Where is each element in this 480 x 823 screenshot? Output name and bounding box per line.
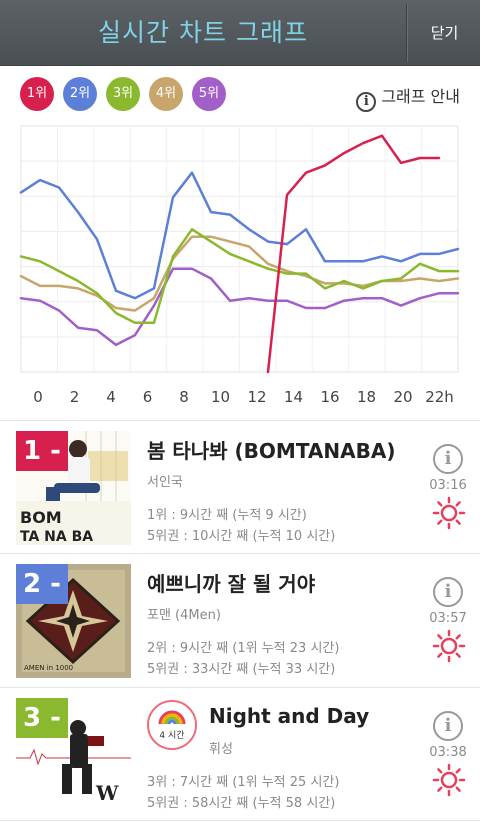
stat-top-2: 2위 : 9시간 째 (1위 누적 23 시간) (147, 641, 340, 656)
x-tick-label: 12 (247, 388, 266, 406)
song-title-3[interactable]: Night and Day (209, 704, 369, 728)
chart-svg: 0 2 4 6 8 10 12 14 16 18 20 22h (19, 125, 460, 406)
info-icon[interactable]: i (433, 444, 463, 474)
hours-badge: 4 시간 (147, 700, 197, 750)
x-tick-label: 6 (143, 388, 153, 406)
artist-1[interactable]: 서인국 (147, 471, 183, 490)
rainbow-icon (158, 710, 186, 724)
legend-rank-3[interactable]: 3위 (106, 77, 140, 111)
info-icon[interactable]: i (433, 577, 463, 607)
stat-top5-1: 5위권 : 10시간 째 (누적 10 시간) (147, 529, 336, 544)
duration-2: 03:57 (429, 611, 467, 626)
x-tick-label: 18 (357, 388, 376, 406)
row-divider (0, 820, 480, 821)
top-bar: 실시간 차트 그래프 닫기 (0, 0, 480, 66)
legend-rank-4[interactable]: 4위 (149, 77, 183, 111)
duration-3: 03:38 (429, 745, 467, 760)
rank-tag-1: 1 - (16, 431, 68, 471)
duration-1: 03:16 (429, 478, 467, 493)
artist-3[interactable]: 휘성 (209, 738, 233, 757)
legend-rank-2[interactable]: 2위 (63, 77, 97, 111)
close-button[interactable]: 닫기 (409, 0, 480, 66)
song-title-2[interactable]: 예쁘니까 잘 될 거야 (147, 568, 315, 597)
x-tick-label: 4 (106, 388, 116, 406)
song-row-2[interactable]: AMEN in 1000 2 - 예쁘니까 잘 될 거야 포맨 (4Men) 2… (0, 554, 480, 686)
page-title: 실시간 차트 그래프 (98, 18, 308, 47)
cover-text-2: AMEN in 1000 (24, 664, 73, 672)
info-icon[interactable]: i (433, 711, 463, 741)
rank-tag-2: 2 - (16, 564, 68, 604)
stat-top-1: 1위 : 9시간 째 (누적 9 시간) (147, 508, 307, 523)
song-title-1[interactable]: 봄 타나봐 (BOMTANABA) (147, 435, 395, 464)
stat-top-3: 3위 : 7시간 째 (1위 누적 25 시간) (147, 775, 340, 790)
x-tick-label: 2 (70, 388, 80, 406)
stat-top5-2: 5위권 : 33시간 째 (누적 33 시간) (147, 662, 336, 677)
header-divider (406, 4, 408, 62)
legend-rank-1[interactable]: 1위 (20, 77, 54, 111)
rank-tag-3: 3 - (16, 698, 68, 738)
svg-text:W: W (95, 781, 119, 805)
sun-icon[interactable] (432, 629, 466, 663)
artist-2[interactable]: 포맨 (4Men) (147, 604, 221, 623)
x-tick-label: 10 (211, 388, 230, 406)
sun-icon[interactable] (432, 496, 466, 530)
stat-top5-3: 5위권 : 58시간 째 (누적 58 시간) (147, 796, 336, 811)
x-tick-label: 22h (425, 388, 454, 406)
song-row-3[interactable]: W 3 - 4 시간 Night and Day 휘성 3위 : 7시간 째 (… (0, 688, 480, 820)
x-tick-label: 16 (320, 388, 339, 406)
graph-guide-label: 그래프 안내 (381, 87, 460, 106)
cover-text-1b: TA NA BA (20, 529, 93, 545)
rank-chart: 0 2 4 6 8 10 12 14 16 18 20 22h (0, 120, 480, 415)
song-row-1[interactable]: BOM TA NA BA 1 - 봄 타나봐 (BOMTANABA) 서인국 1… (0, 421, 480, 553)
x-tick-label: 20 (393, 388, 412, 406)
info-icon: i (356, 92, 377, 112)
legend-rank-5[interactable]: 5위 (192, 77, 226, 111)
x-tick-label: 0 (33, 388, 43, 406)
sun-icon[interactable] (432, 763, 466, 797)
rank-legend: 1위 2위 3위 4위 5위 i 그래프 안내 (0, 77, 480, 115)
graph-guide-button[interactable]: i 그래프 안내 (356, 83, 460, 112)
cover-text-1a: BOM (20, 508, 62, 527)
x-tick-label: 8 (179, 388, 189, 406)
hours-badge-label: 4 시간 (159, 731, 185, 741)
x-tick-label: 14 (284, 388, 303, 406)
